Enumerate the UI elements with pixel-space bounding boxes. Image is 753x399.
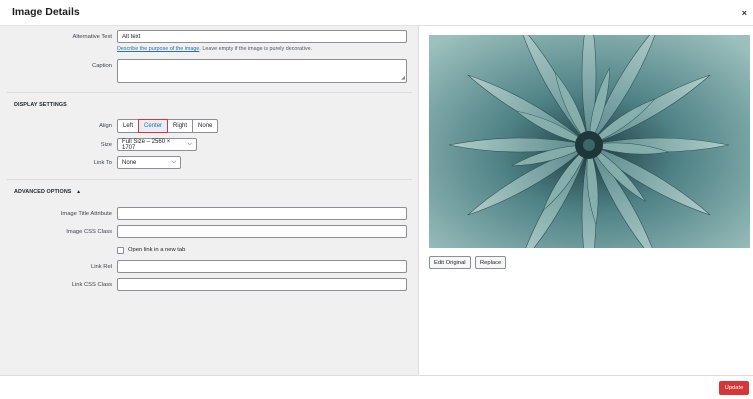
modal-header: Image Details × <box>0 0 753 26</box>
align-label: Align <box>99 123 112 129</box>
title-attribute-label: Image Title Attribute <box>60 211 112 217</box>
new-tab-checkbox[interactable] <box>117 247 124 254</box>
alt-text-hint: Describe the purpose of the image. Leave… <box>117 46 312 52</box>
update-button[interactable]: Update <box>719 381 749 395</box>
section-divider <box>7 92 412 93</box>
link-css-class-input[interactable] <box>117 278 407 291</box>
align-button-group: Left Center Right None <box>117 119 219 133</box>
link-to-select-value: None <box>122 159 137 166</box>
link-to-select[interactable]: None ⌵ <box>117 156 181 169</box>
image-preview <box>429 35 750 248</box>
section-divider <box>7 179 412 180</box>
modal-footer <box>0 375 753 399</box>
size-select[interactable]: Full Size – 2560 × 1707 ⌵ <box>117 138 197 151</box>
advanced-options-heading: ADVANCED OPTIONS <box>14 189 72 195</box>
link-rel-input[interactable] <box>117 260 407 273</box>
agave-photo <box>429 35 750 248</box>
size-select-value: Full Size – 2560 × 1707 <box>122 138 171 151</box>
alt-text-label: Alternative Text <box>72 34 112 40</box>
link-css-class-label: Link CSS Class <box>71 282 112 288</box>
replace-button[interactable]: Replace <box>475 256 507 269</box>
resize-handle-icon[interactable]: ◢ <box>401 75 405 81</box>
modal-title: Image Details <box>12 6 80 18</box>
edit-original-button[interactable]: Edit Original <box>429 256 471 269</box>
image-css-class-input[interactable] <box>117 225 407 238</box>
link-to-label: Link To <box>93 160 112 166</box>
chevron-down-icon: ⌵ <box>171 159 176 165</box>
align-left-button[interactable]: Left <box>117 119 140 133</box>
title-attribute-input[interactable] <box>117 207 407 220</box>
advanced-options-toggle[interactable]: ADVANCED OPTIONS ▲ <box>14 189 81 195</box>
align-right-button[interactable]: Right <box>167 119 194 133</box>
image-css-class-label: Image CSS Class <box>66 229 112 235</box>
close-icon[interactable]: × <box>742 8 747 18</box>
caption-textarea[interactable]: ◢ <box>117 59 407 83</box>
size-label: Size <box>100 142 112 148</box>
alt-text-input[interactable] <box>117 30 407 43</box>
link-rel-label: Link Rel <box>91 264 112 270</box>
display-settings-heading: DISPLAY SETTINGS <box>14 102 67 108</box>
align-center-button[interactable]: Center <box>138 119 169 133</box>
caret-up-icon: ▲ <box>76 189 82 195</box>
new-tab-label: Open link in a new tab <box>128 247 186 253</box>
caption-label: Caption <box>92 63 112 69</box>
chevron-down-icon: ⌵ <box>187 141 192 147</box>
align-none-button[interactable]: None <box>192 119 219 133</box>
alt-text-help-link[interactable]: Describe the purpose of the image <box>117 46 199 52</box>
alt-text-hint-text: . Leave empty if the image is purely dec… <box>199 46 313 52</box>
